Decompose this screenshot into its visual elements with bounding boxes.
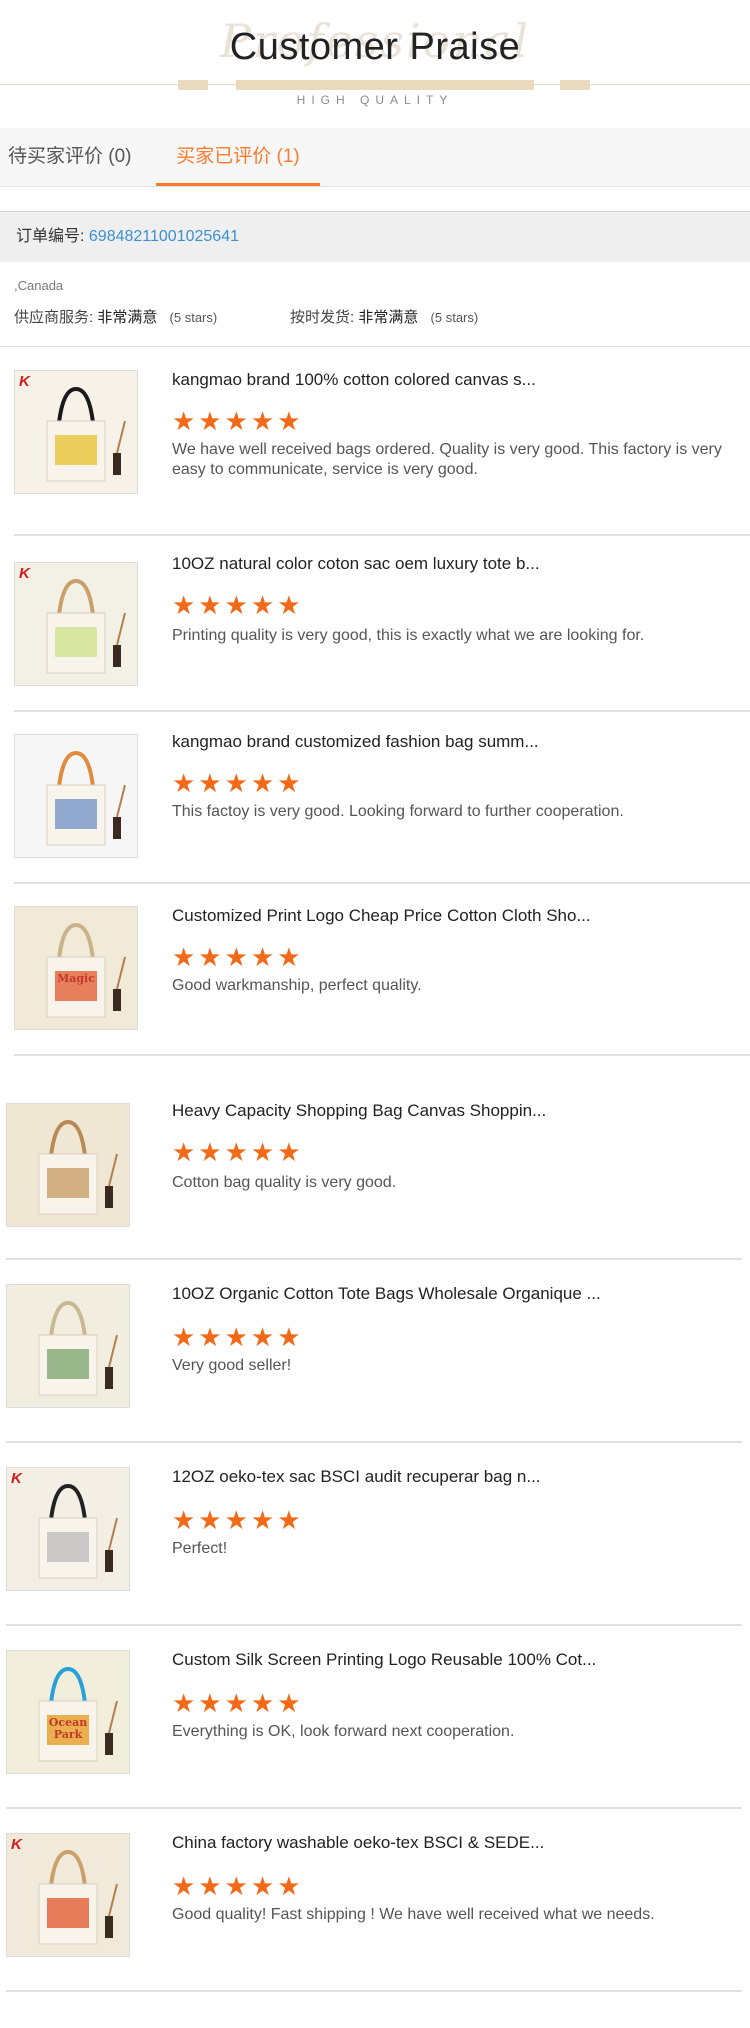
- brand-logo-icon: K: [11, 1836, 22, 1853]
- star-rating: ★★★★★: [172, 1505, 304, 1535]
- order-bar: 订单编号: 69848211001025641: [0, 211, 750, 263]
- tote-bag-image: [7, 1651, 129, 1773]
- product-title[interactable]: 10OZ Organic Cotton Tote Bags Wholesale …: [172, 1284, 601, 1304]
- star-rating: ★★★★★: [172, 1137, 304, 1167]
- review-comment: Very good seller!: [172, 1357, 292, 1374]
- shipping-label: 按时发货:: [290, 309, 355, 326]
- product-title[interactable]: China factory washable oeko-tex BSCI & S…: [172, 1833, 544, 1853]
- tote-bag-image: [7, 1834, 129, 1956]
- review-comment: Printing quality is very good, this is e…: [172, 627, 645, 644]
- brand-logo-icon: K: [11, 1470, 22, 1487]
- order-number-label: 订单编号:: [16, 228, 85, 245]
- shipping-value: 非常满意: [358, 309, 419, 326]
- product-thumbnail[interactable]: K: [14, 562, 138, 686]
- product-thumbnail[interactable]: K: [6, 1467, 130, 1591]
- star-rating: ★★★★★: [172, 1871, 304, 1901]
- buyer-info: ,Canada 供应商服务: 非常满意 (5 stars) 按时发货: 非常满意…: [0, 262, 750, 347]
- page-title: Customer Praise: [229, 26, 521, 68]
- header-accent-bar: [560, 80, 590, 90]
- tote-bag-image: [7, 1468, 129, 1590]
- review-item[interactable]: kangmao brand customized fashion bag sum…: [14, 710, 750, 884]
- product-thumbnail[interactable]: [6, 1103, 130, 1227]
- star-rating: ★★★★★: [172, 1322, 304, 1352]
- brand-logo-icon: K: [19, 565, 30, 582]
- service-label: 供应商服务:: [14, 309, 94, 326]
- header-accent-bar: [178, 80, 208, 90]
- header-subtitle: HIGH QUALITY: [296, 93, 454, 107]
- review-item[interactable]: Kkangmao brand 100% cotton colored canva…: [14, 348, 750, 536]
- product-thumbnail[interactable]: Magic: [14, 906, 138, 1030]
- product-title[interactable]: Customized Print Logo Cheap Price Cotton…: [172, 906, 591, 926]
- review-comment: Good quality! Fast shipping ! We have we…: [172, 1906, 655, 1923]
- review-comment: Perfect!: [172, 1540, 228, 1557]
- product-title[interactable]: 12OZ oeko-tex sac BSCI audit recuperar b…: [172, 1467, 541, 1487]
- shipping-rating: 按时发货: 非常满意 (5 stars): [290, 306, 478, 327]
- product-thumbnail[interactable]: K: [14, 370, 138, 494]
- shipping-stars: (5 stars): [430, 310, 479, 325]
- tote-bag-image: [15, 735, 137, 857]
- spacer: [0, 187, 750, 211]
- review-item[interactable]: K China factory washable oeko-tex BSCI & …: [6, 1807, 742, 1992]
- tote-bag-image: [7, 1285, 129, 1407]
- tote-bag-image: [15, 563, 137, 685]
- brand-logo-icon: K: [19, 373, 30, 390]
- product-title[interactable]: Heavy Capacity Shopping Bag Canvas Shopp…: [172, 1101, 546, 1121]
- star-rating: ★★★★★: [172, 942, 304, 972]
- tab-pending-reviews[interactable]: 待买家评价 (0): [8, 128, 132, 186]
- review-item[interactable]: Magic Customized Print Logo Cheap Price C…: [14, 882, 750, 1056]
- review-comment: Everything is OK, look forward next coop…: [172, 1723, 515, 1740]
- tote-bag-image: [15, 907, 137, 1029]
- service-value: 非常满意: [97, 309, 158, 326]
- star-rating: ★★★★★: [172, 590, 304, 620]
- tote-bag-image: [15, 371, 137, 493]
- product-title[interactable]: kangmao brand 100% cotton colored canvas…: [172, 370, 536, 390]
- page-header: Professional Customer Praise HIGH QUALIT…: [0, 0, 750, 122]
- tab-reviewed[interactable]: 买家已评价 (1): [156, 128, 320, 186]
- review-item[interactable]: 10OZ Organic Cotton Tote Bags Wholesale …: [6, 1258, 742, 1443]
- product-thumbnail[interactable]: [6, 1284, 130, 1408]
- review-item[interactable]: Heavy Capacity Shopping Bag Canvas Shopp…: [6, 1075, 742, 1260]
- product-thumbnail[interactable]: K: [6, 1833, 130, 1957]
- review-comment: Cotton bag quality is very good.: [172, 1174, 397, 1191]
- star-rating: ★★★★★: [172, 1688, 304, 1718]
- header-accent-bar: [236, 80, 534, 90]
- product-title[interactable]: kangmao brand customized fashion bag sum…: [172, 732, 539, 752]
- product-thumbnail[interactable]: Ocean Park: [6, 1650, 130, 1774]
- buyer-country: ,Canada: [14, 278, 64, 293]
- product-title[interactable]: Custom Silk Screen Printing Logo Reusabl…: [172, 1650, 596, 1670]
- product-thumbnail[interactable]: [14, 734, 138, 858]
- review-tabs: 待买家评价 (0) 买家已评价 (1): [0, 128, 750, 187]
- service-stars: (5 stars): [169, 310, 218, 325]
- bag-print-text: Magic: [57, 972, 95, 985]
- supplier-service-rating: 供应商服务: 非常满意 (5 stars): [14, 306, 217, 327]
- review-item[interactable]: K 10OZ natural color coton sac oem luxury…: [14, 534, 750, 712]
- review-comment: This factoy is very good. Looking forwar…: [172, 803, 624, 820]
- review-comment: Good warkmanship, perfect quality.: [172, 977, 422, 994]
- bag-print-text: Ocean Park: [48, 1716, 88, 1741]
- order-number-link[interactable]: 69848211001025641: [89, 228, 239, 245]
- star-rating: ★★★★★: [172, 406, 304, 436]
- product-title[interactable]: 10OZ natural color coton sac oem luxury …: [172, 554, 540, 574]
- review-item[interactable]: Ocean Park Custom Silk Screen Printing Lo…: [6, 1624, 742, 1809]
- star-rating: ★★★★★: [172, 768, 304, 798]
- review-item[interactable]: K 12OZ oeko-tex sac BSCI audit recuperar …: [6, 1441, 742, 1626]
- tote-bag-image: [7, 1104, 129, 1226]
- review-comment: We have well received bags ordered. Qual…: [172, 441, 722, 478]
